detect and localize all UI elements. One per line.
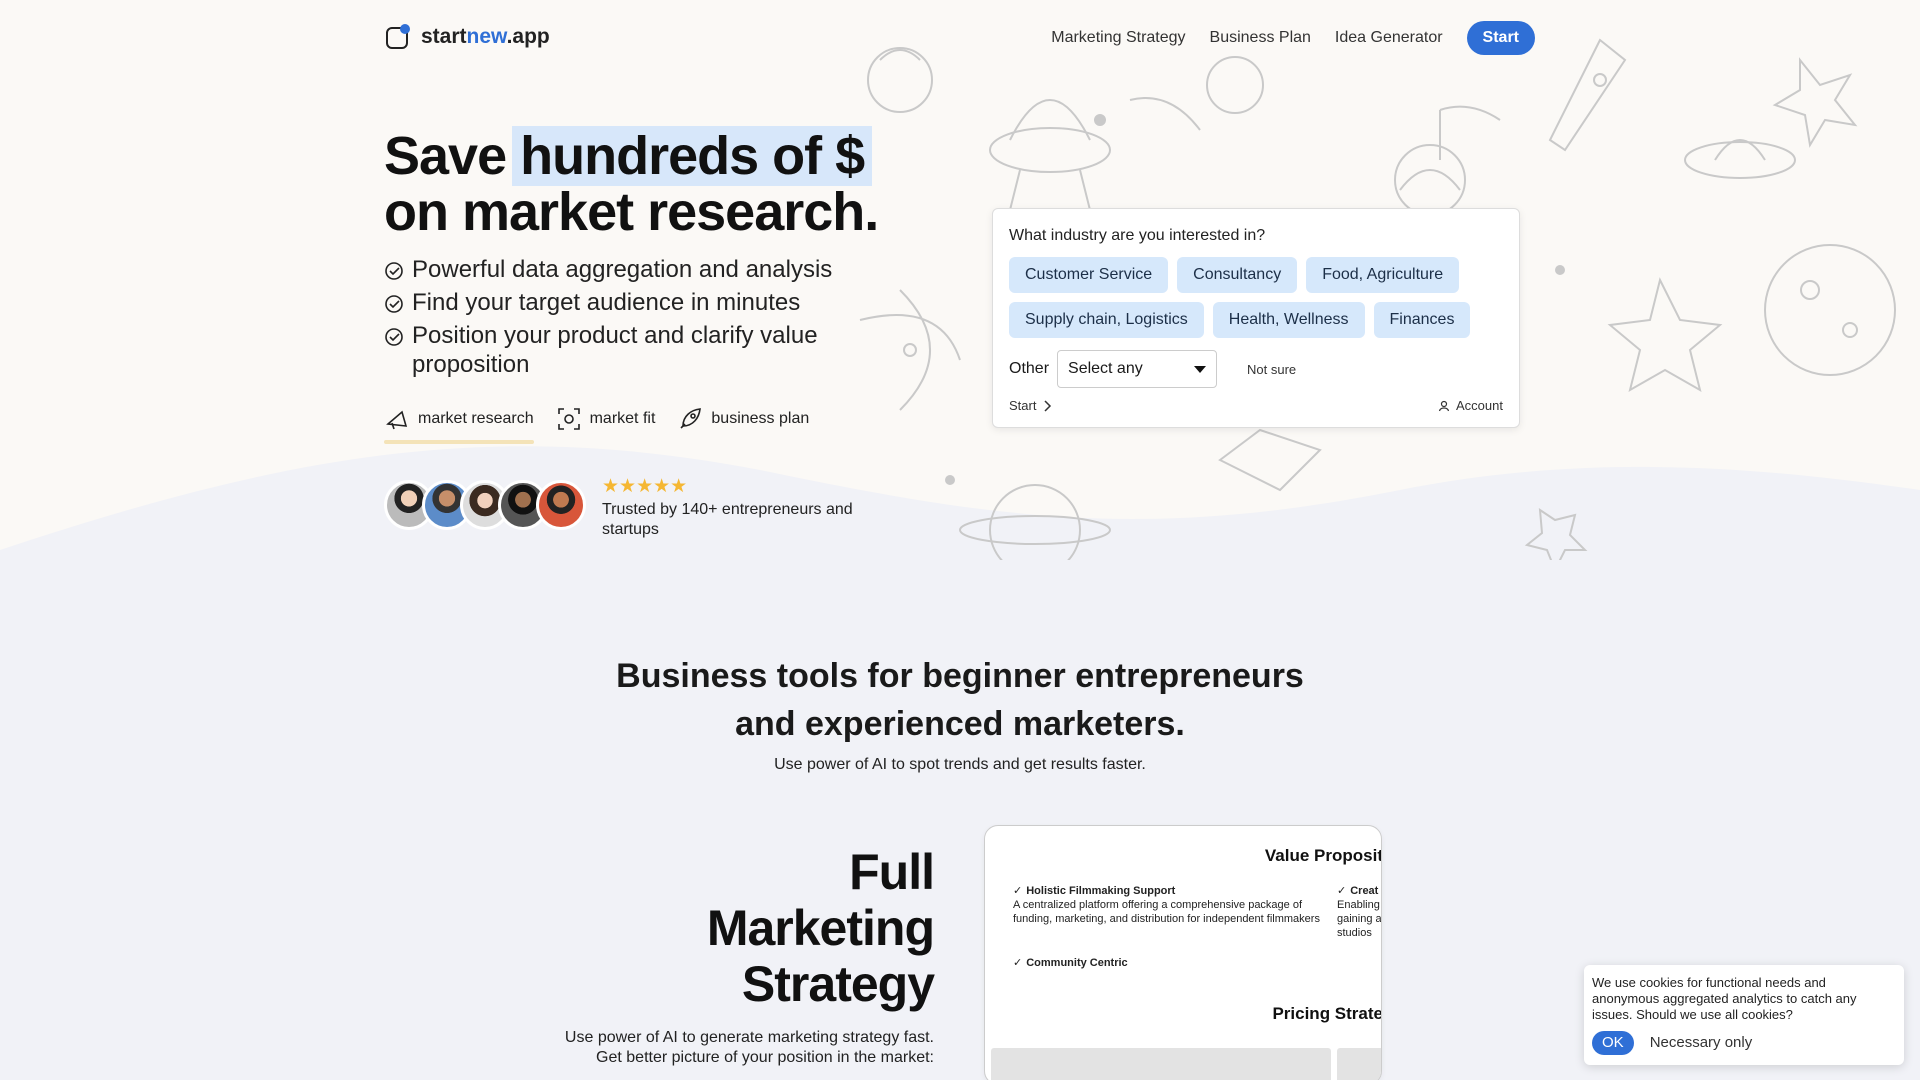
card-footer: Start Account bbox=[1009, 398, 1503, 413]
logo-mark-icon bbox=[385, 24, 411, 50]
user-icon bbox=[1438, 400, 1450, 411]
industry-chips: Customer Service Consultancy Food, Agric… bbox=[1009, 257, 1509, 338]
chip-finances[interactable]: Finances bbox=[1373, 302, 1471, 338]
check-circle-icon bbox=[385, 295, 403, 313]
tool-tabs: market research market fit business plan bbox=[384, 406, 809, 444]
preview-pricing-title: Pricing Strate bbox=[1272, 1004, 1382, 1023]
top-nav: Marketing Strategy Business Plan Idea Ge… bbox=[1051, 21, 1535, 55]
preview-item: ✓ Holistic Filmmaking Support A centraliz… bbox=[1013, 885, 1320, 925]
strategy-preview-card: Value Proposit ✓ Holistic Filmmaking Supp… bbox=[984, 825, 1382, 1080]
start-button[interactable]: Start bbox=[1466, 21, 1535, 55]
check-icon: ✓ bbox=[1013, 957, 1023, 969]
account-link[interactable]: Account bbox=[1438, 398, 1503, 413]
industry-select[interactable]: Select any bbox=[1057, 350, 1218, 388]
chip-food-agriculture[interactable]: Food, Agriculture bbox=[1306, 257, 1460, 293]
feature-description: Use power of AI to generate marketing st… bbox=[564, 1029, 934, 1066]
nav-idea-generator[interactable]: Idea Generator bbox=[1335, 29, 1443, 47]
start-link[interactable]: Start bbox=[1009, 398, 1052, 413]
feature-item: Powerful data aggregation and analysis bbox=[384, 255, 904, 284]
preview-item: ✓ Community Centric bbox=[1013, 957, 1128, 969]
rocket-icon bbox=[680, 408, 702, 429]
tab-market-fit[interactable]: market fit bbox=[556, 406, 655, 444]
headline-highlight: hundreds of $ bbox=[512, 126, 873, 186]
cookie-banner: We use cookies for functional needs and … bbox=[1584, 965, 1904, 1065]
chip-customer-service[interactable]: Customer Service bbox=[1009, 257, 1169, 293]
check-icon: ✓ bbox=[1337, 885, 1347, 897]
user-avatars bbox=[384, 480, 586, 530]
tab-market-research[interactable]: market research bbox=[384, 406, 534, 444]
industry-question: What industry are you interested in? bbox=[1009, 227, 1266, 244]
check-icon: ✓ bbox=[1013, 885, 1023, 897]
tab-business-plan[interactable]: business plan bbox=[677, 406, 809, 444]
preview-item: ✓ Creat Enabling gaining a studios bbox=[1337, 885, 1382, 939]
nav-marketing-strategy[interactable]: Marketing Strategy bbox=[1051, 29, 1185, 47]
focus-frame-icon bbox=[557, 408, 580, 430]
cookie-ok-button[interactable]: OK bbox=[1592, 1031, 1634, 1055]
cookie-necessary-only-button[interactable]: Necessary only bbox=[1650, 1035, 1753, 1051]
industry-picker-card: What industry are you interested in? Cus… bbox=[992, 208, 1520, 428]
preview-placeholder-block bbox=[1337, 1048, 1381, 1080]
logo-text: startnew.app bbox=[421, 25, 550, 48]
megaphone-icon bbox=[386, 410, 408, 430]
cookie-text: We use cookies for functional needs and … bbox=[1592, 975, 1857, 1022]
other-row: Other Select any Not sure bbox=[1009, 350, 1503, 388]
section-title: Business tools for beginner entrepreneur… bbox=[616, 657, 1304, 743]
rating-stars: ★★★★★ bbox=[602, 476, 688, 497]
hero-headline: Save hundreds of $ on market research. bbox=[384, 126, 879, 242]
preview-placeholder-block bbox=[991, 1048, 1331, 1080]
other-label: Other bbox=[1009, 360, 1050, 377]
avatar bbox=[536, 480, 586, 530]
check-circle-icon bbox=[385, 262, 403, 280]
chip-consultancy[interactable]: Consultancy bbox=[1177, 257, 1298, 293]
feature-item: Find your target audience in minutes bbox=[384, 288, 904, 317]
caret-down-icon bbox=[1194, 365, 1207, 373]
feature-title-marketing-strategy: Full Marketing Strategy bbox=[706, 844, 935, 1012]
feature-item: Position your product and clarify value … bbox=[384, 321, 904, 379]
logo[interactable]: startnew.app bbox=[385, 24, 550, 50]
chip-supply-chain-logistics[interactable]: Supply chain, Logistics bbox=[1009, 302, 1204, 338]
not-sure-link[interactable]: Not sure bbox=[1247, 362, 1296, 377]
preview-title: Value Proposit bbox=[1264, 846, 1382, 865]
feature-list: Powerful data aggregation and analysis F… bbox=[384, 255, 904, 383]
nav-business-plan[interactable]: Business Plan bbox=[1210, 29, 1311, 47]
chevron-right-icon bbox=[1044, 399, 1052, 412]
chip-health-wellness[interactable]: Health, Wellness bbox=[1212, 302, 1365, 338]
trusted-text: Trusted by 140+ entrepreneurs and startu… bbox=[602, 501, 853, 538]
check-circle-icon bbox=[385, 328, 403, 346]
section-subtitle: Use power of AI to spot trends and get r… bbox=[774, 756, 1146, 773]
